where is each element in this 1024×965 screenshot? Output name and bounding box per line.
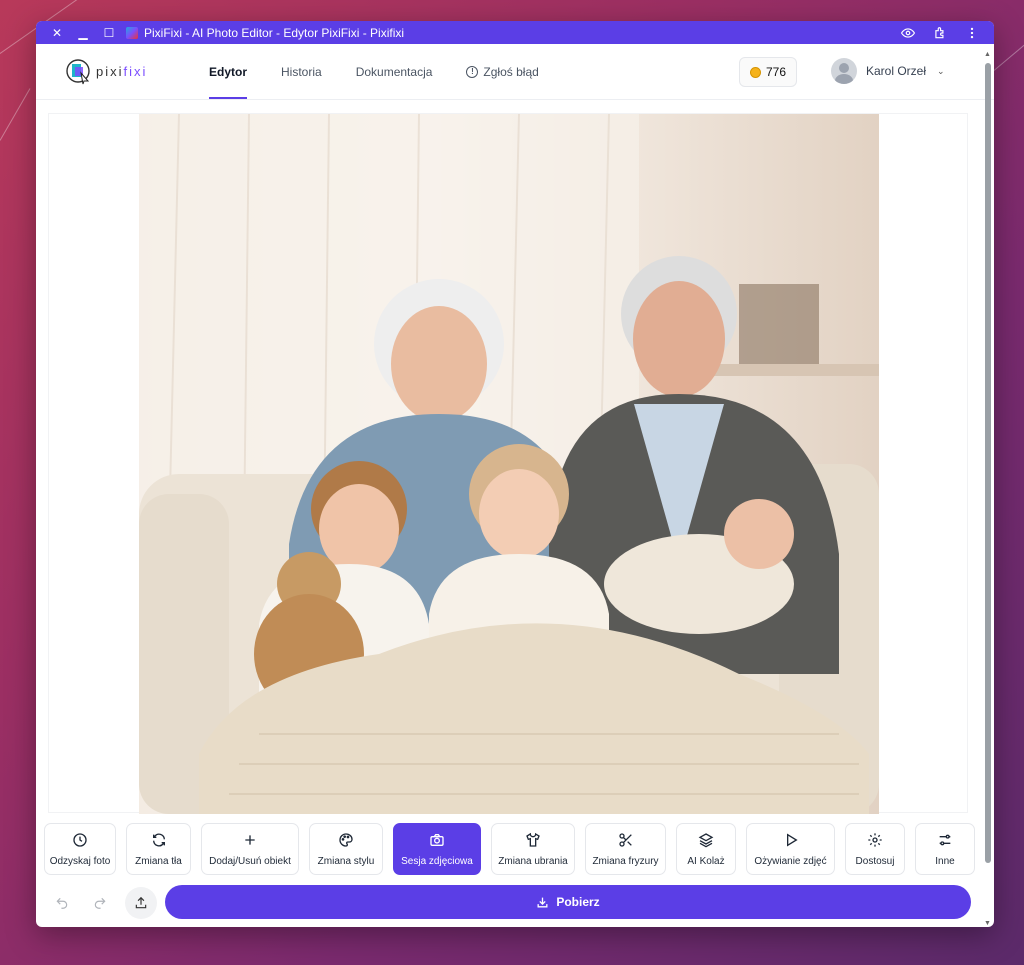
logo[interactable]: pixifixi [66, 58, 190, 85]
tool-ai-collage[interactable]: AI Kolaż [676, 823, 736, 875]
camera-icon [430, 833, 444, 846]
user-name: Karol Orzeł [866, 64, 927, 78]
tool-label: Ożywianie zdjęć [754, 855, 827, 867]
tool-label: Inne [935, 855, 955, 867]
maximize-window-icon[interactable]: ☐ [96, 26, 122, 40]
tool-change-background[interactable]: Zmiana tła [126, 823, 191, 875]
tools-bar: Odzyskaj foto Zmiana tła Dodaj/Usuń obie… [36, 821, 982, 877]
browser-window: ✕ ▁ ☐ PixiFixi - AI Photo Editor - Edyto… [36, 21, 994, 927]
credits-badge[interactable]: 776 [739, 57, 797, 87]
scissors-icon [618, 832, 632, 847]
tool-other[interactable]: Inne [915, 823, 975, 875]
bottom-action-bar: Pobierz [36, 883, 982, 923]
title-bar: ✕ ▁ ☐ PixiFixi - AI Photo Editor - Edyto… [36, 21, 994, 44]
eye-icon[interactable] [900, 25, 916, 41]
undo-icon [56, 897, 68, 909]
main-nav: Edytor Historia Dokumentacja ! Zgłoś błą… [192, 44, 556, 99]
logo-text: pixifixi [96, 64, 148, 79]
tool-add-remove-object[interactable]: Dodaj/Usuń obiekt [201, 823, 299, 875]
download-icon [537, 897, 548, 907]
title-bar-actions [900, 25, 986, 41]
clock-icon [73, 832, 87, 847]
minimize-window-icon[interactable]: ▁ [70, 26, 96, 40]
scroll-thumb[interactable] [985, 63, 991, 863]
play-icon [786, 832, 798, 847]
tool-label: Sesja zdjęciowa [401, 855, 473, 867]
tool-animate-photos[interactable]: Ożywianie zdjęć [746, 823, 835, 875]
chevron-down-icon: ⌄ [937, 65, 945, 76]
credits-count: 776 [765, 65, 787, 79]
background-line [993, 44, 1024, 71]
shirt-icon [526, 832, 540, 847]
tool-photo-session[interactable]: Sesja zdjęciowa [393, 823, 481, 875]
nav-documentation[interactable]: Dokumentacja [339, 44, 450, 99]
gear-icon [868, 832, 882, 847]
nav-editor[interactable]: Edytor [192, 44, 264, 99]
upload-button[interactable] [125, 887, 157, 919]
layers-icon [698, 832, 714, 847]
plus-icon [245, 834, 255, 845]
tool-label: Zmiana ubrania [498, 855, 568, 867]
tool-recover-photo[interactable]: Odzyskaj foto [44, 823, 116, 875]
refresh-icon [152, 833, 165, 846]
scroll-up-icon[interactable]: ▲ [984, 51, 991, 58]
tool-adjust[interactable]: Dostosuj [845, 823, 905, 875]
family-photo-image[interactable] [139, 114, 879, 814]
tool-change-style[interactable]: Zmiana stylu [309, 823, 383, 875]
editor-canvas [48, 113, 968, 814]
redo-icon [94, 897, 106, 909]
tool-label: Dodaj/Usuń obiekt [209, 855, 291, 867]
upload-icon [135, 896, 147, 909]
coin-icon [749, 66, 761, 78]
vertical-scrollbar[interactable]: ▲ ▼ [984, 51, 992, 927]
download-label: Pobierz [556, 895, 600, 909]
nav-history-label: Historia [281, 64, 322, 79]
more-menu-icon[interactable] [964, 25, 980, 41]
nav-documentation-label: Dokumentacja [355, 64, 433, 79]
info-icon: ! [466, 65, 479, 78]
tool-label: Odzyskaj foto [49, 855, 111, 867]
window-title-area: PixiFixi - AI Photo Editor - Edytor Pixi… [126, 26, 900, 40]
close-window-icon[interactable]: ✕ [44, 26, 70, 40]
favicon-icon [126, 26, 138, 39]
tool-label: Zmiana tła [135, 855, 182, 867]
nav-history[interactable]: Historia [264, 44, 339, 99]
redo-button[interactable] [84, 887, 116, 919]
tool-label: Zmiana stylu [317, 855, 375, 867]
tool-label: AI Kolaż [687, 855, 725, 867]
photo-illustration [139, 114, 879, 814]
tool-change-hairstyle[interactable]: Zmiana fryzury [585, 823, 666, 875]
nav-report-bug-label: Zgłoś błąd [483, 64, 539, 79]
user-menu[interactable]: Karol Orzeł ⌄ [831, 58, 945, 84]
undo-button[interactable] [46, 887, 78, 919]
tool-change-clothes[interactable]: Zmiana ubrania [491, 823, 575, 875]
tool-label: Zmiana fryzury [592, 855, 659, 867]
window-title: PixiFixi - AI Photo Editor - Edytor Pixi… [144, 25, 405, 40]
app-header: pixifixi Edytor Historia Dokumentacja ! … [36, 44, 994, 100]
download-button[interactable]: Pobierz [165, 885, 971, 919]
logo-icon [66, 58, 90, 84]
nav-editor-label: Edytor [209, 64, 248, 79]
background-line [0, 88, 31, 141]
palette-icon [339, 832, 353, 847]
avatar [831, 58, 857, 84]
extension-puzzle-icon[interactable] [932, 25, 948, 41]
tool-label: Dostosuj [855, 855, 895, 867]
scroll-down-icon[interactable]: ▼ [984, 920, 991, 927]
sliders-icon [939, 834, 951, 845]
nav-report-bug[interactable]: ! Zgłoś błąd [449, 44, 555, 99]
